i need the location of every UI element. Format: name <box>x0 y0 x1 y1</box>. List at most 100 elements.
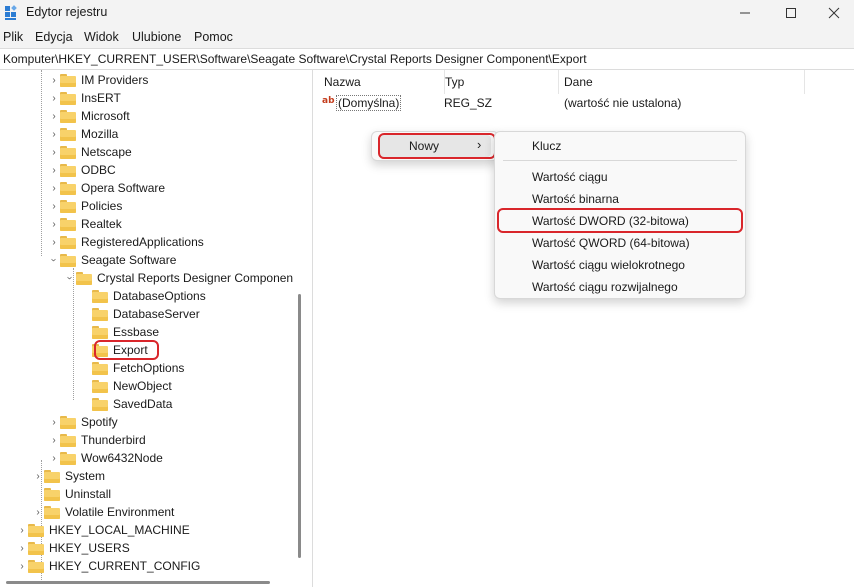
tree-item-im-providers[interactable]: › IM Providers <box>48 71 148 89</box>
tree-item-volatile-environment[interactable]: › Volatile Environment <box>32 503 174 521</box>
submenu-multistring-value[interactable]: Wartość ciągu wielokrotnego <box>532 258 685 272</box>
folder-icon <box>92 397 108 411</box>
close-icon <box>828 7 840 19</box>
chevron-right-icon[interactable]: › <box>48 161 60 179</box>
tree-item-hkey-users[interactable]: › HKEY_USERS <box>16 539 129 557</box>
folder-icon <box>60 109 76 123</box>
tree-item-crystal-reports[interactable]: › Crystal Reports Designer Componen <box>64 269 294 287</box>
chevron-right-icon[interactable]: › <box>48 449 60 467</box>
menu-bar: Plik Edycja Widok Ulubione Pomoc <box>0 26 854 48</box>
submenu-qword-value[interactable]: Wartość QWORD (64-bitowa) <box>532 236 690 250</box>
menu-pomoc[interactable]: Pomoc <box>194 30 233 44</box>
chevron-right-icon[interactable]: › <box>48 143 60 161</box>
tree-item-opera-software[interactable]: › Opera Software <box>48 179 165 197</box>
folder-icon <box>60 145 76 159</box>
menu-plik[interactable]: Plik <box>3 30 23 44</box>
folder-icon <box>92 325 108 339</box>
chevron-right-icon[interactable]: › <box>16 557 28 575</box>
tree-item-hkey-local-machine[interactable]: › HKEY_LOCAL_MACHINE <box>16 521 189 539</box>
tree-item-netscape[interactable]: › Netscape <box>48 143 131 161</box>
tree-horizontal-scrollbar[interactable] <box>6 581 270 584</box>
column-header-data[interactable]: Dane <box>559 70 805 94</box>
window-title: Edytor rejestru <box>26 5 108 19</box>
menu-edycja[interactable]: Edycja <box>35 30 73 44</box>
chevron-right-icon[interactable]: › <box>16 521 28 539</box>
tree-item-hkey-current-config[interactable]: › HKEY_CURRENT_CONFIG <box>16 557 200 575</box>
folder-icon <box>60 451 76 465</box>
chevron-right-icon[interactable]: › <box>48 215 60 233</box>
tree-item-insert[interactable]: › InsERT <box>48 89 120 107</box>
submenu-expandable-string-value[interactable]: Wartość ciągu rozwijalnego <box>532 280 678 294</box>
tree-item-fetchoptions[interactable]: FetchOptions <box>92 359 184 377</box>
chevron-right-icon[interactable]: › <box>48 179 60 197</box>
tree-vertical-scrollbar[interactable] <box>298 294 301 558</box>
tree-item-essbase[interactable]: Essbase <box>92 323 159 341</box>
folder-icon <box>60 253 76 267</box>
submenu-string-value[interactable]: Wartość ciągu <box>532 170 608 184</box>
tree-item-saveddata[interactable]: SavedData <box>92 395 172 413</box>
folder-icon <box>60 433 76 447</box>
folder-icon <box>76 271 92 285</box>
submenu-separator <box>503 160 737 161</box>
tree-connector <box>41 70 43 256</box>
folder-icon <box>28 541 44 555</box>
chevron-right-icon[interactable]: › <box>48 431 60 449</box>
tree-pane[interactable]: › IM Providers › InsERT › Microsoft › Mozill… <box>0 70 308 587</box>
chevron-right-icon[interactable]: › <box>48 233 60 251</box>
address-bar[interactable]: Komputer\HKEY_CURRENT_USER\Software\Seag… <box>0 48 854 70</box>
folder-icon <box>60 73 76 87</box>
tree-item-wow6432node[interactable]: › Wow6432Node <box>48 449 163 467</box>
menu-widok[interactable]: Widok <box>84 30 119 44</box>
tree-item-mozilla[interactable]: › Mozilla <box>48 125 118 143</box>
tree-item-odbc[interactable]: › ODBC <box>48 161 115 179</box>
chevron-right-icon[interactable]: › <box>48 107 60 125</box>
folder-icon <box>92 361 108 375</box>
submenu-key[interactable]: Klucz <box>532 139 561 153</box>
submenu-binary-value[interactable]: Wartość binarna <box>532 192 619 206</box>
value-name-cell[interactable]: ab (Domyślna) <box>322 95 402 111</box>
column-header-name[interactable]: Nazwa <box>316 70 445 94</box>
folder-icon <box>44 487 60 501</box>
folder-icon <box>60 91 76 105</box>
tree-item-system[interactable]: › System <box>32 467 105 485</box>
column-header-type[interactable]: Typ <box>437 70 559 94</box>
minimize-icon <box>740 12 750 14</box>
folder-icon <box>60 235 76 249</box>
tree-item-realtek[interactable]: › Realtek <box>48 215 121 233</box>
folder-icon <box>60 127 76 141</box>
chevron-right-icon[interactable]: › <box>48 197 60 215</box>
tree-item-databaseoptions[interactable]: DatabaseOptions <box>92 287 206 305</box>
tree-item-policies[interactable]: › Policies <box>48 197 122 215</box>
folder-icon <box>28 559 44 573</box>
folder-icon <box>92 289 108 303</box>
tree-item-registeredapplications[interactable]: › RegisteredApplications <box>48 233 203 251</box>
tree-item-spotify[interactable]: › Spotify <box>48 413 117 431</box>
maximize-button[interactable] <box>768 0 814 26</box>
chevron-right-icon[interactable]: › <box>48 413 60 431</box>
chevron-right-icon[interactable]: › <box>16 539 28 557</box>
value-type-cell: REG_SZ <box>444 96 493 110</box>
tree-item-microsoft[interactable]: › Microsoft <box>48 107 129 125</box>
minimize-button[interactable] <box>722 0 768 26</box>
tree-item-databaseserver[interactable]: DatabaseServer <box>92 305 200 323</box>
chevron-right-icon[interactable]: › <box>48 89 60 107</box>
tree-item-uninstall[interactable]: Uninstall <box>44 485 111 503</box>
export-highlight <box>94 340 159 360</box>
close-button[interactable] <box>814 0 854 26</box>
string-value-icon: ab <box>322 96 335 106</box>
folder-icon <box>60 199 76 213</box>
address-path[interactable]: Komputer\HKEY_CURRENT_USER\Software\Seag… <box>3 52 587 66</box>
folder-icon <box>44 469 60 483</box>
menu-ulubione[interactable]: Ulubione <box>132 30 181 44</box>
tree-item-thunderbird[interactable]: › Thunderbird <box>48 431 145 449</box>
dword-item-highlight <box>497 208 743 233</box>
chevron-right-icon[interactable]: › <box>32 467 44 485</box>
chevron-right-icon[interactable]: › <box>48 125 60 143</box>
tree-item-seagate-software[interactable]: › Seagate Software <box>48 251 177 269</box>
chevron-right-icon[interactable]: › <box>32 503 44 521</box>
chevron-right-icon[interactable]: › <box>48 71 60 89</box>
tree-item-newobject[interactable]: NewObject <box>92 377 172 395</box>
folder-icon <box>60 163 76 177</box>
value-data-cell: (wartość nie ustalona) <box>564 96 682 110</box>
new-item-highlight <box>378 133 496 159</box>
